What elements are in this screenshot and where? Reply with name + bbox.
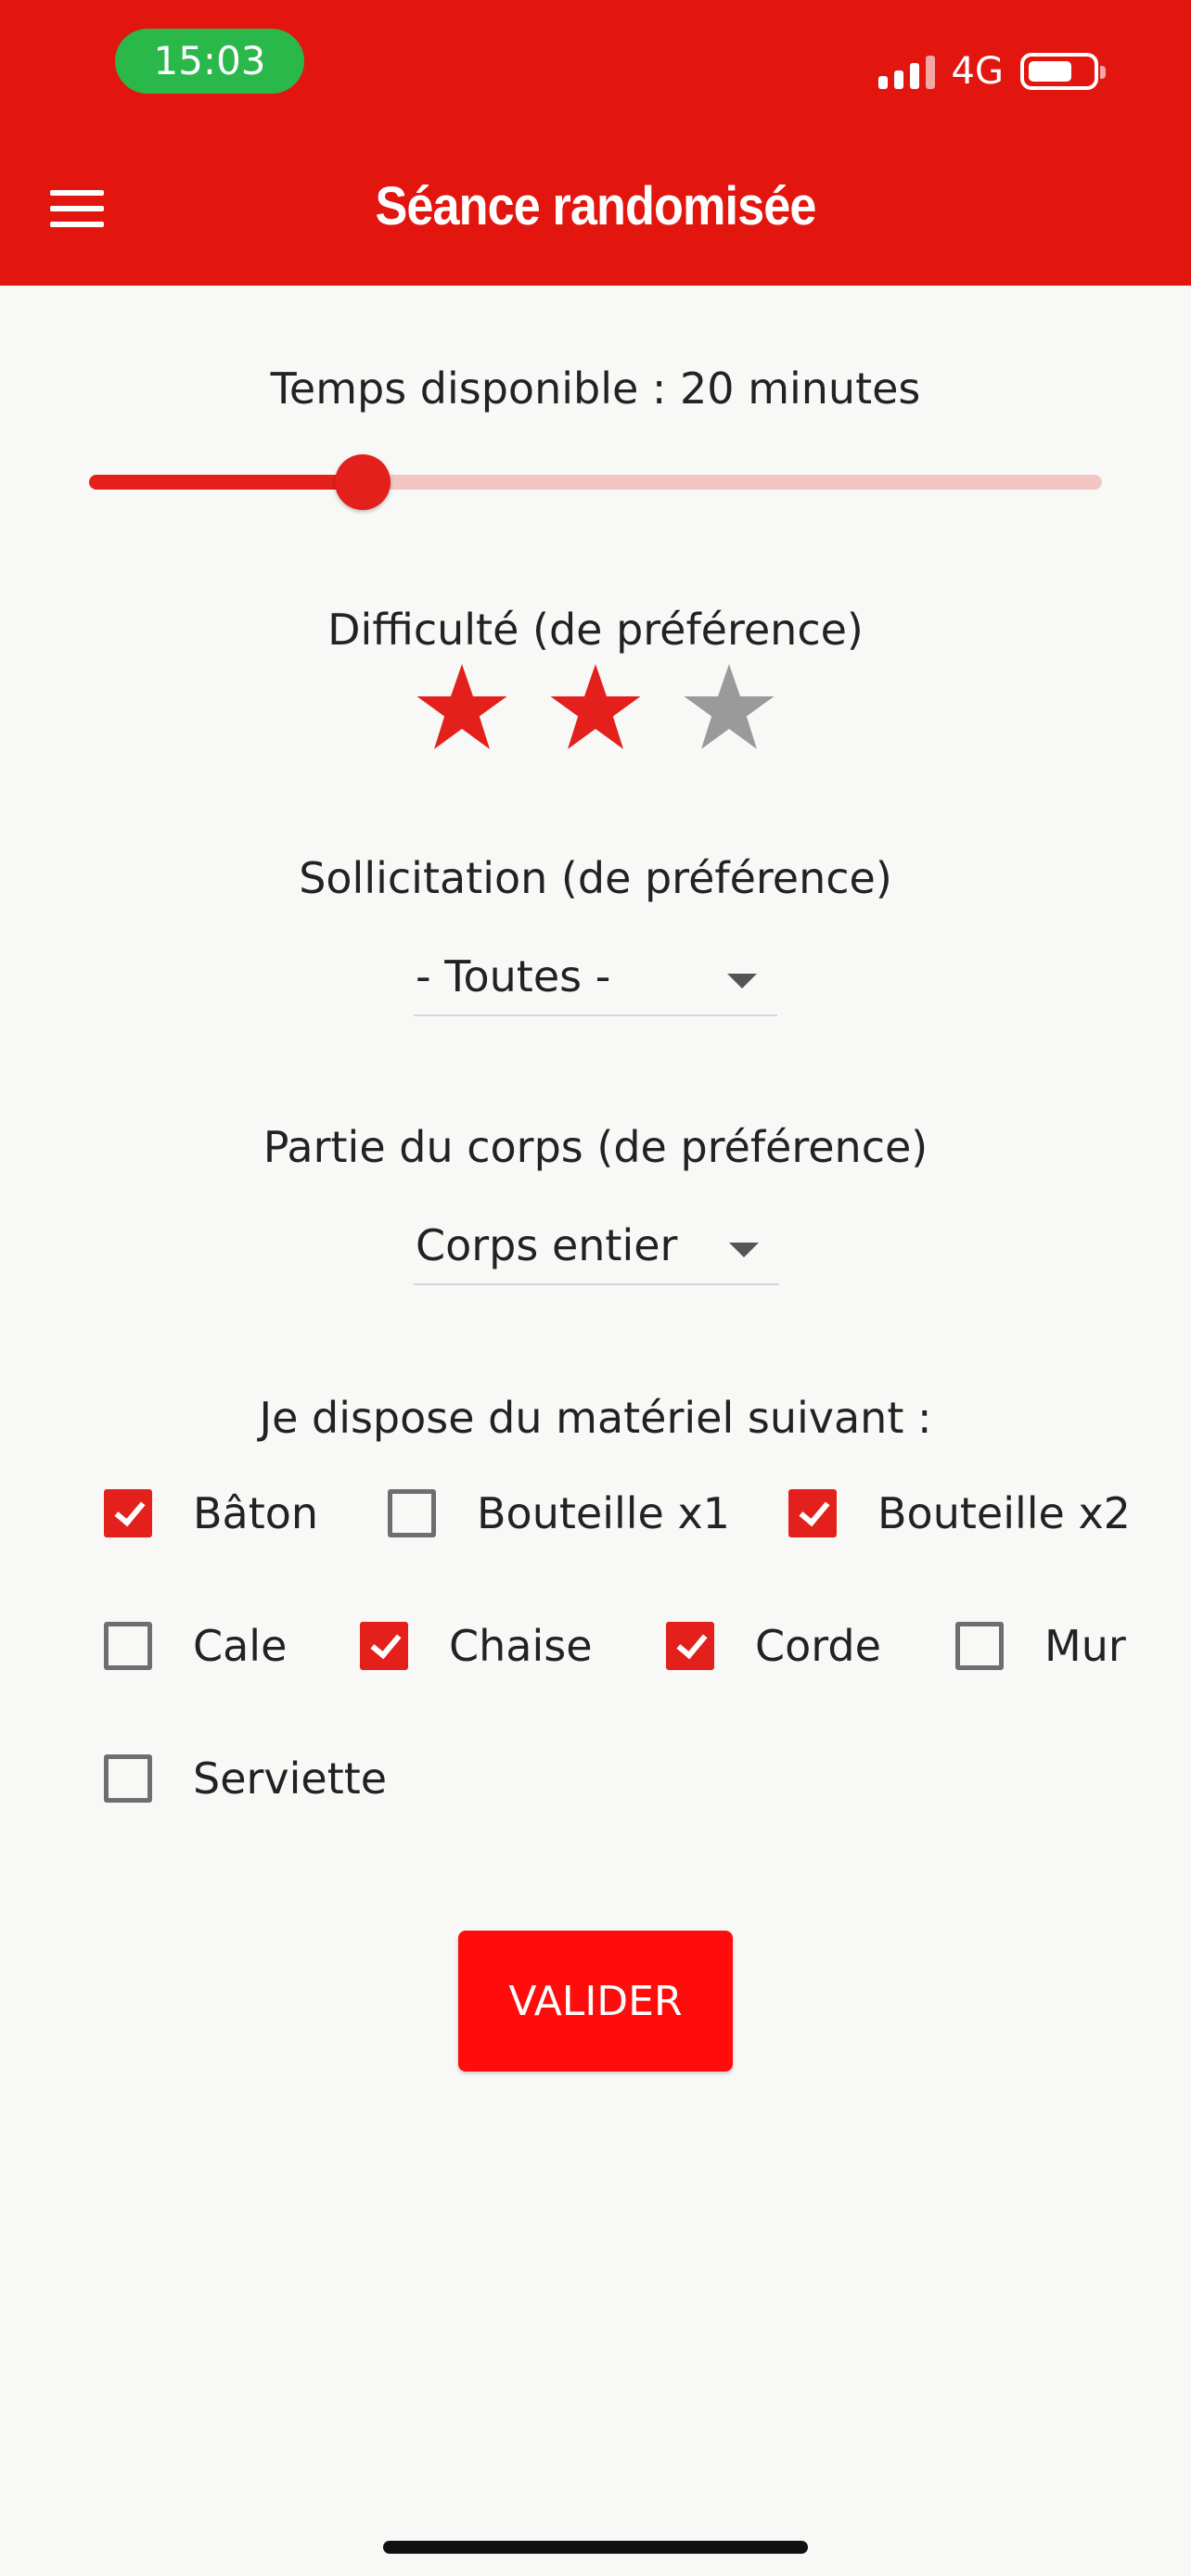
checkbox-checked-icon[interactable] — [666, 1622, 714, 1670]
sollicitation-label: Sollicitation (de préférence) — [299, 853, 892, 903]
checkbox-label: Bouteille x2 — [877, 1488, 1131, 1538]
checkbox-chaise[interactable]: Chaise — [360, 1618, 593, 1674]
body-part-value: Corps entier — [416, 1220, 678, 1270]
checkbox-cale[interactable]: Cale — [104, 1618, 287, 1674]
status-indicators: 4G — [877, 48, 1106, 95]
checkbox-corde[interactable]: Corde — [666, 1618, 881, 1674]
home-indicator[interactable] — [383, 2541, 808, 2554]
checkbox-label: Bâton — [193, 1488, 319, 1538]
time-label: Temps disponible : 20 minutes — [270, 363, 921, 414]
dropdown-arrow-icon — [729, 1243, 759, 1257]
checkbox-label: Corde — [755, 1621, 881, 1671]
body-part-dropdown[interactable]: Corps entier — [414, 1211, 779, 1285]
checkbox-checked-icon[interactable] — [788, 1489, 837, 1537]
equipment-label: Je dispose du matériel suivant : — [259, 1393, 932, 1443]
star-icon[interactable] — [682, 660, 776, 755]
checkbox-label: Bouteille x1 — [477, 1488, 730, 1538]
body-part-label: Partie du corps (de préférence) — [263, 1122, 928, 1172]
page-title: Séance randomisée — [375, 176, 816, 236]
battery-icon — [1020, 53, 1106, 90]
checkbox-label: Chaise — [449, 1621, 593, 1671]
checkbox-icon[interactable] — [104, 1754, 152, 1803]
checkbox-icon[interactable] — [388, 1489, 436, 1537]
checkbox-bouteille-x2[interactable]: Bouteille x2 — [788, 1486, 1131, 1541]
slider-thumb[interactable] — [334, 454, 391, 510]
star-icon[interactable] — [415, 660, 509, 755]
checkbox-baton[interactable]: Bâton — [104, 1486, 318, 1541]
checkbox-checked-icon[interactable] — [360, 1622, 408, 1670]
checkbox-bouteille-x1[interactable]: Bouteille x1 — [388, 1486, 730, 1541]
slider-active-track — [89, 475, 363, 490]
checkbox-icon[interactable] — [955, 1622, 1004, 1670]
sollicitation-dropdown[interactable]: - Toutes - — [414, 942, 777, 1016]
checkbox-icon[interactable] — [104, 1622, 152, 1670]
validate-button[interactable]: VALIDER — [458, 1931, 733, 2072]
app-bar: 15:03 4G Séance randomisée — [0, 0, 1191, 286]
checkbox-label: Serviette — [193, 1753, 388, 1804]
difficulty-rating[interactable] — [0, 660, 1191, 755]
checkbox-checked-icon[interactable] — [104, 1489, 152, 1537]
checkbox-mur[interactable]: Mur — [955, 1618, 1126, 1674]
checkbox-serviette[interactable]: Serviette — [104, 1751, 387, 1806]
sollicitation-value: - Toutes - — [416, 951, 611, 1001]
network-type: 4G — [951, 50, 1004, 93]
star-icon[interactable] — [548, 660, 643, 755]
checkbox-label: Cale — [193, 1621, 288, 1671]
difficulty-label: Difficulté (de préférence) — [327, 605, 864, 655]
dropdown-arrow-icon — [727, 974, 757, 988]
checkbox-label: Mur — [1044, 1621, 1126, 1671]
signal-strength-icon — [877, 54, 935, 89]
status-time: 15:03 — [115, 29, 304, 94]
